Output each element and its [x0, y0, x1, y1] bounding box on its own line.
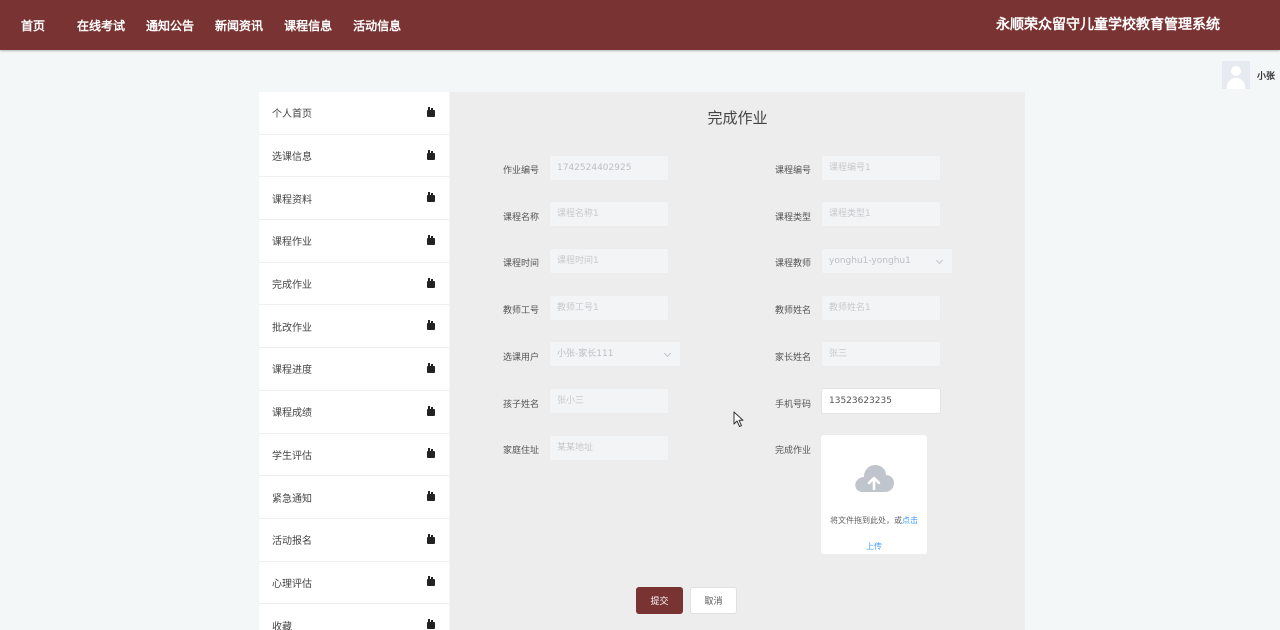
- menu-item-icon: [427, 533, 435, 544]
- course-time-field[interactable]: 课程时间1: [549, 248, 669, 274]
- sidebar: 个人首页 选课信息 课程资料 课程作业 完成作业 批改作业 课程进度 课程成绩 …: [259, 92, 449, 630]
- phone-label: 手机号码: [775, 400, 812, 410]
- sidebar-item-personal-home[interactable]: 个人首页: [259, 92, 449, 135]
- child-name-field[interactable]: 张小三: [549, 388, 669, 414]
- menu-item-icon: [427, 576, 435, 587]
- sidebar-item-grade-homework[interactable]: 批改作业: [259, 305, 449, 349]
- nav-news[interactable]: 新闻资讯: [215, 17, 263, 34]
- sidebar-item-course-materials[interactable]: 课程资料: [259, 177, 449, 221]
- upload-cloud-icon: [855, 465, 894, 492]
- course-no-label: 课程编号: [775, 166, 812, 176]
- sidebar-item-label: 批改作业: [272, 322, 312, 334]
- sidebar-item-favorites[interactable]: 收藏: [259, 604, 449, 630]
- nav-home[interactable]: 首页: [21, 17, 45, 34]
- course-type-label: 课程类型: [775, 213, 812, 223]
- sidebar-item-label: 心理评估: [272, 578, 312, 590]
- complete-homework-label: 完成作业: [775, 446, 812, 456]
- nav-courses[interactable]: 课程信息: [284, 17, 332, 34]
- page-title: 完成作业: [707, 109, 768, 127]
- course-name-field[interactable]: 课程名称1: [549, 201, 669, 227]
- address-label: 家庭住址: [503, 446, 540, 456]
- sidebar-item-course-homework[interactable]: 课程作业: [259, 220, 449, 263]
- sidebar-item-label: 紧急通知: [272, 493, 312, 505]
- menu-item-icon: [427, 405, 435, 416]
- menu-item-icon: [427, 362, 435, 373]
- course-teacher-select[interactable]: yonghu1-yonghu1: [821, 248, 953, 274]
- user-name[interactable]: 小张: [1257, 69, 1275, 82]
- address-field[interactable]: 某某地址: [549, 435, 669, 461]
- sidebar-item-label: 学生评估: [272, 450, 312, 462]
- sidebar-item-student-evaluation[interactable]: 学生评估: [259, 434, 449, 477]
- phone-field[interactable]: 13523623235: [821, 388, 941, 414]
- upload-hint: 将文件拖到此处，或点击: [821, 515, 927, 526]
- sidebar-item-psych-evaluation[interactable]: 心理评估: [259, 562, 449, 605]
- child-name-label: 孩子姓名: [503, 400, 540, 410]
- sidebar-item-label: 课程资料: [272, 194, 312, 206]
- sidebar-item-activity-signup[interactable]: 活动报名: [259, 519, 449, 562]
- system-title: 永顺荣众留守儿童学校教育管理系统: [996, 17, 1220, 33]
- menu-item-icon: [427, 149, 435, 160]
- course-name-label: 课程名称: [503, 213, 540, 223]
- sidebar-item-label: 完成作业: [272, 280, 312, 292]
- select-user-select[interactable]: 小张-家长111: [549, 341, 681, 367]
- sidebar-item-label: 课程进度: [272, 365, 312, 377]
- nav-notices[interactable]: 通知公告: [146, 17, 194, 34]
- homework-no-label: 作业编号: [503, 166, 540, 176]
- top-nav: 首页 在线考试 通知公告 新闻资讯 课程信息 活动信息: [0, 0, 422, 50]
- teacher-id-field[interactable]: 教师工号1: [549, 295, 669, 321]
- course-teacher-label: 课程教师: [775, 259, 812, 269]
- menu-item-icon: [427, 192, 435, 203]
- avatar[interactable]: [1222, 61, 1250, 89]
- sidebar-item-emergency-notice[interactable]: 紧急通知: [259, 476, 449, 519]
- nav-online-exam[interactable]: 在线考试: [77, 17, 125, 34]
- menu-item-icon: [427, 619, 435, 630]
- sidebar-item-course-progress[interactable]: 课程进度: [259, 348, 449, 391]
- menu-item-icon: [427, 491, 435, 502]
- menu-item-icon: [427, 277, 435, 288]
- teacher-name-field[interactable]: 教师姓名1: [821, 295, 941, 321]
- teacher-name-label: 教师姓名: [775, 306, 812, 316]
- parent-name-label: 家长姓名: [775, 353, 812, 363]
- sidebar-item-label: 课程作业: [272, 237, 312, 249]
- mouse-cursor-icon: [733, 411, 744, 427]
- sidebar-item-label: 活动报名: [272, 536, 312, 548]
- sidebar-item-label: 个人首页: [272, 109, 312, 121]
- homework-no-field[interactable]: 1742524402925: [549, 155, 669, 181]
- menu-item-icon: [427, 234, 435, 245]
- select-user-label: 选课用户: [503, 353, 540, 363]
- nav-activities[interactable]: 活动信息: [353, 17, 401, 34]
- parent-name-field[interactable]: 张三: [821, 341, 941, 367]
- top-nav-bar: 首页 在线考试 通知公告 新闻资讯 课程信息 活动信息 永顺荣众留守儿童学校教育…: [0, 0, 1280, 50]
- sidebar-item-complete-homework[interactable]: 完成作业: [259, 263, 449, 306]
- upload-hint-text: 将文件拖到此处，或: [830, 516, 902, 525]
- menu-item-icon: [427, 106, 435, 117]
- teacher-id-label: 教师工号: [503, 306, 540, 316]
- sidebar-item-label: 课程成绩: [272, 408, 312, 420]
- sidebar-item-label: 收藏: [272, 621, 292, 630]
- course-type-field[interactable]: 课程类型1: [821, 201, 941, 227]
- upload-click-link[interactable]: 点击: [902, 516, 918, 525]
- submit-button[interactable]: 提交: [636, 587, 683, 614]
- menu-item-icon: [427, 320, 435, 331]
- sidebar-item-course-scores[interactable]: 课程成绩: [259, 391, 449, 434]
- course-no-field[interactable]: 课程编号1: [821, 155, 941, 181]
- menu-item-icon: [427, 448, 435, 459]
- user-menu[interactable]: 小张: [1222, 61, 1275, 89]
- upload-link[interactable]: 上传: [821, 541, 927, 552]
- file-upload-dropzone[interactable]: 将文件拖到此处，或点击 上传: [821, 435, 927, 554]
- sidebar-item-label: 选课信息: [272, 152, 312, 164]
- sidebar-item-course-selection[interactable]: 选课信息: [259, 135, 449, 178]
- main-panel: 完成作业 作业编号 1742524402925 课程编号 课程编号1 课程名称 …: [450, 92, 1025, 630]
- course-time-label: 课程时间: [503, 259, 540, 269]
- cancel-button[interactable]: 取消: [690, 587, 737, 614]
